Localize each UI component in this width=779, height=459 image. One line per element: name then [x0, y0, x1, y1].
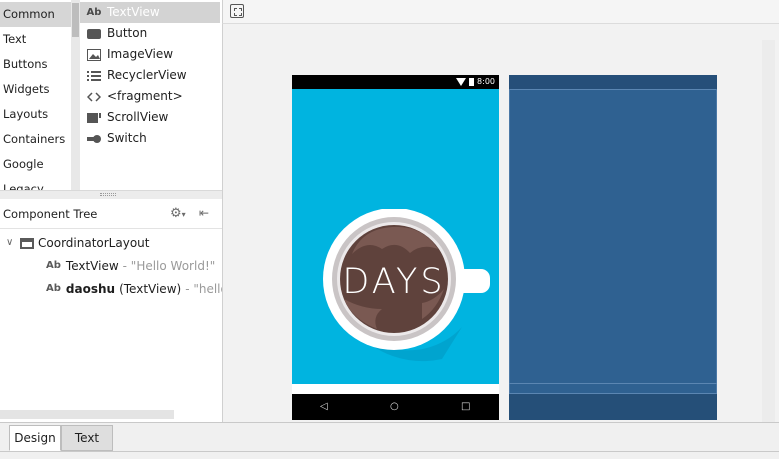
back-icon: ◁: [320, 401, 328, 412]
blueprint-guide: [509, 89, 510, 393]
code-icon: [86, 89, 102, 105]
textview-icon: Ab: [46, 260, 61, 271]
surface-vertical-scrollbar[interactable]: [762, 40, 775, 422]
categories-scrollbar-thumb[interactable]: [72, 3, 79, 37]
category-layouts[interactable]: Layouts: [0, 102, 71, 127]
palette-item-fragment[interactable]: <fragment>: [80, 86, 220, 107]
component-tree-title: Component Tree: [3, 207, 98, 221]
palette-panel: Common Text Buttons Widgets Layouts Cont…: [0, 0, 222, 190]
category-widgets[interactable]: Widgets: [0, 77, 71, 102]
palette-item-button[interactable]: Button: [80, 23, 220, 44]
textview-icon: Ab: [46, 283, 61, 294]
blueprint-guide: [716, 89, 717, 393]
design-toolbar: [222, 0, 779, 24]
tree-node-type: (TextView): [119, 282, 182, 296]
chevron-down-icon[interactable]: ∨: [6, 233, 20, 253]
blueprint-guide: [509, 89, 717, 90]
list-icon: [86, 68, 102, 84]
battery-icon: [469, 78, 475, 86]
panel-splitter[interactable]: [0, 190, 222, 199]
tab-design[interactable]: Design: [9, 425, 61, 451]
tab-text[interactable]: Text: [61, 425, 113, 451]
palette-item-recyclerview[interactable]: RecyclerView: [80, 65, 220, 86]
category-buttons[interactable]: Buttons: [0, 52, 71, 77]
scrollview-icon: [86, 110, 102, 126]
layout-icon: [20, 237, 34, 249]
category-containers[interactable]: Containers: [0, 127, 71, 152]
home-icon: ○: [390, 401, 399, 412]
palette-item-imageview[interactable]: ImageView: [80, 44, 220, 65]
image-icon: [86, 47, 102, 63]
wifi-icon: [456, 78, 467, 86]
category-common[interactable]: Common: [0, 2, 71, 27]
status-clock: 8:00: [477, 77, 495, 86]
palette-item-label: ImageView: [107, 47, 174, 61]
textview-icon: Ab: [86, 7, 102, 18]
tree-node-label: TextView: [65, 259, 119, 273]
collapse-panel-icon[interactable]: ⇤: [199, 206, 215, 222]
palette-categories: Common Text Buttons Widgets Layouts Cont…: [0, 0, 71, 190]
component-tree-panel: Component Tree ⚙▾ ⇤ ∨ CoordinatorLayout …: [0, 199, 234, 422]
palette-item-label: <fragment>: [107, 89, 183, 103]
logo-text: DAYS: [342, 262, 445, 302]
status-bar: 8:00: [292, 75, 499, 89]
navigation-bar: ◁ ○ □: [292, 394, 499, 420]
blueprint-preview[interactable]: [509, 75, 717, 420]
palette-item-scrollview[interactable]: ScrollView: [80, 107, 220, 128]
palette-item-textview[interactable]: Ab TextView: [80, 2, 220, 23]
palette-item-label: TextView: [107, 5, 160, 19]
blueprint-navigation-bar: [509, 394, 717, 420]
palette-item-label: Switch: [107, 131, 147, 145]
tree-node-daoshu[interactable]: Ab daoshu (TextView) - "hello_: [46, 279, 234, 299]
device-preview[interactable]: 8:00 DAYS ◁ ○ □: [292, 75, 499, 420]
frame-toggle-icon[interactable]: [230, 4, 244, 18]
coffee-cup-logo: DAYS: [323, 209, 490, 362]
category-text[interactable]: Text: [0, 27, 71, 52]
category-legacy[interactable]: Legacy: [0, 177, 71, 190]
tree-node-label: daoshu: [65, 282, 116, 296]
palette-items: Ab TextView Button ImageView RecyclerVie…: [80, 0, 222, 190]
editor-mode-tabs: Design Text: [0, 422, 779, 459]
button-icon: [86, 26, 102, 42]
palette-item-label: RecyclerView: [107, 68, 187, 82]
bottom-strip: [292, 384, 499, 394]
recents-icon: □: [461, 401, 471, 412]
palette-item-label: Button: [107, 26, 148, 40]
palette-item-switch[interactable]: Switch: [80, 128, 220, 149]
tree-node-detail: - "Hello World!": [122, 259, 216, 273]
switch-icon: [86, 131, 102, 147]
tree-horizontal-scrollbar[interactable]: [0, 410, 174, 419]
blueprint-status-bar: [509, 75, 717, 89]
component-tree-header: Component Tree ⚙▾ ⇤: [0, 199, 222, 229]
gear-icon[interactable]: ⚙▾: [170, 206, 190, 222]
tree-node-label: CoordinatorLayout: [38, 236, 150, 250]
palette-item-label: ScrollView: [107, 110, 169, 124]
blueprint-guide: [509, 383, 717, 384]
tree-node-coordinatorlayout[interactable]: ∨ CoordinatorLayout: [6, 233, 149, 253]
splitter-grip[interactable]: [100, 193, 116, 196]
tree-node-textview[interactable]: Ab TextView - "Hello World!": [46, 256, 215, 276]
tab-divider: [0, 451, 779, 452]
category-google[interactable]: Google: [0, 152, 71, 177]
